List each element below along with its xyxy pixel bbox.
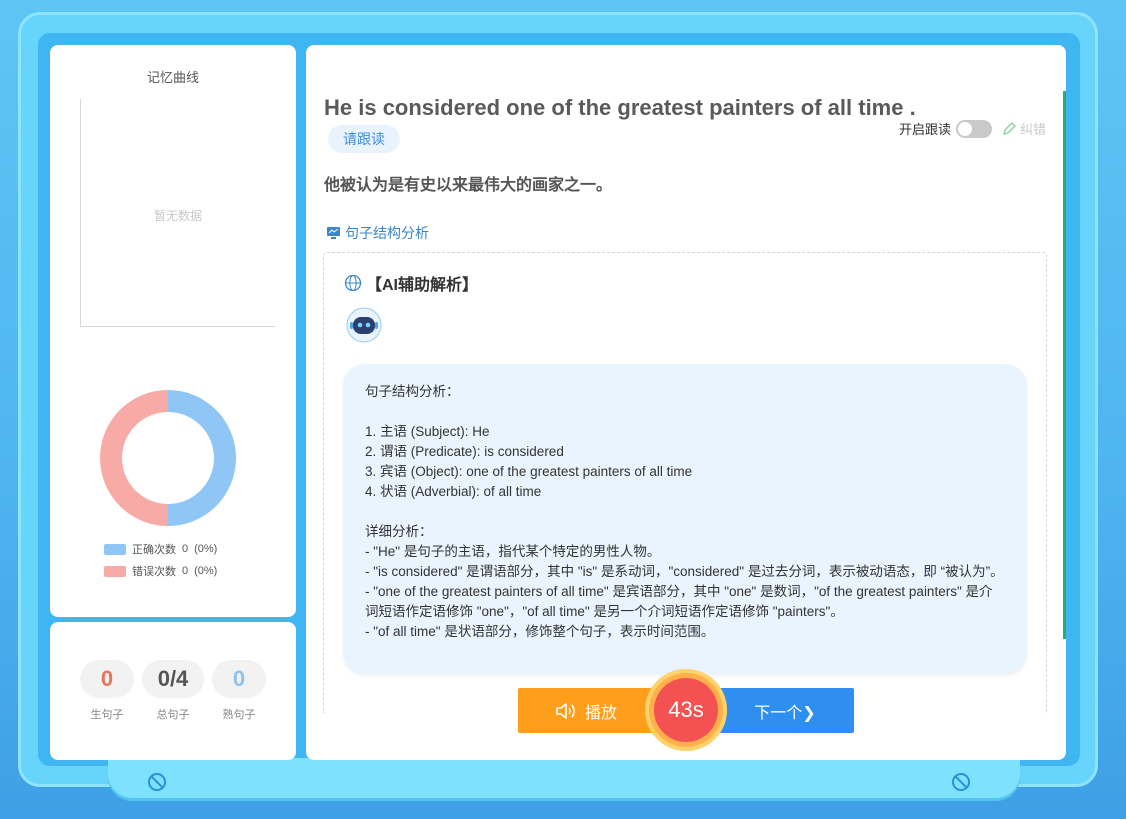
legend-correct: 正确次数 0 (0%)	[104, 541, 217, 557]
legend-correct-label: 正确次数	[132, 544, 176, 556]
ai-analysis-title: 【AI辅助解析】	[344, 271, 478, 295]
ai-analysis-title-text: 【AI辅助解析】	[366, 277, 479, 294]
play-label: 播放	[584, 704, 617, 722]
stat-new-label: 生句子	[90, 709, 124, 721]
chinese-translation: 他被认为是有史以来最伟大的画家之一。	[324, 177, 613, 194]
robot-avatar-icon	[346, 307, 382, 343]
countdown-timer: 43s	[645, 669, 727, 751]
scroll-indicator[interactable]	[1063, 91, 1066, 639]
monitor-icon	[327, 227, 340, 239]
legend-swatch-correct	[104, 543, 126, 555]
follow-read-toggle-group: 开启跟读	[899, 119, 992, 138]
correction-button[interactable]: 纠错	[1001, 119, 1046, 138]
stat-total-value: 0/4	[142, 660, 204, 698]
stat-familiar-value: 0	[212, 660, 266, 698]
sentence-analysis-link[interactable]: 句子结构分析	[326, 223, 429, 243]
donut-wrong-half	[100, 390, 168, 526]
legend-wrong-percent: (0%)	[194, 565, 218, 577]
play-button[interactable]: 播放	[518, 688, 654, 733]
stat-familiar-label: 熟句子	[222, 709, 256, 721]
globe-icon	[344, 274, 362, 292]
stat-familiar-sentences: 0 熟句子	[212, 660, 266, 722]
follow-read-tag[interactable]: 请跟读	[328, 125, 400, 153]
bottom-bar	[108, 758, 1020, 798]
memory-curve-chart: 暂无数据	[80, 99, 275, 327]
accuracy-donut-chart	[100, 390, 236, 526]
legend-swatch-wrong	[104, 565, 126, 577]
next-button[interactable]: 下一个❯	[716, 688, 854, 733]
stat-new-value: 0	[80, 660, 134, 698]
follow-read-toggle[interactable]	[956, 119, 992, 138]
correction-label: 纠错	[1019, 122, 1046, 137]
follow-read-toggle-label: 开启跟读	[898, 122, 951, 137]
legend-correct-percent: (0%)	[194, 543, 218, 555]
stat-total-sentences: 0/4 总句子	[142, 660, 204, 722]
toggle-knob	[958, 121, 972, 136]
ai-analysis-content: 句子结构分析： 1. 主语 (Subject): He 2. 谓语 (Predi…	[343, 364, 1027, 674]
memory-curve-title: 记忆曲线	[146, 70, 199, 85]
donut-correct-half	[168, 390, 236, 526]
sentence-analysis-label: 句子结构分析	[345, 225, 429, 241]
ai-analysis-box: 【AI辅助解析】 句子结构分析： 1. 主语 (Subject): He 2. …	[323, 252, 1047, 713]
english-sentence: He is considered one of the greatest pai…	[324, 95, 916, 120]
pencil-icon	[1002, 121, 1017, 135]
ban-icon-left[interactable]	[148, 773, 166, 791]
legend-wrong-count: 0	[182, 565, 189, 577]
speaker-icon	[556, 702, 575, 719]
legend-wrong-label: 错误次数	[132, 566, 176, 578]
sentence-panel: He is considered one of the greatest pai…	[306, 45, 1066, 760]
next-label: 下一个❯	[754, 704, 816, 722]
sentence-stats-panel: 0 生句子 0/4 总句子 0 熟句子	[50, 622, 296, 760]
stat-new-sentences: 0 生句子	[80, 660, 134, 722]
legend-correct-count: 0	[182, 543, 189, 555]
memory-curve-panel: 记忆曲线 暂无数据 正确次数 0 (0%) 错误次数 0 (0%)	[50, 45, 296, 617]
chart-empty-text: 暂无数据	[153, 209, 202, 223]
stat-total-label: 总句子	[156, 709, 190, 721]
legend-wrong: 错误次数 0 (0%)	[104, 563, 217, 579]
countdown-value: 43s	[654, 678, 718, 742]
ban-icon-right[interactable]	[952, 773, 970, 791]
